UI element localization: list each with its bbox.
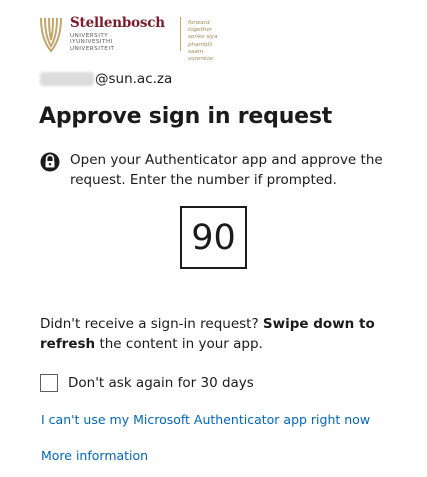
authenticator-lock-icon bbox=[40, 152, 60, 172]
dont-ask-again-checkbox[interactable] bbox=[40, 374, 58, 392]
account-email: @sun.ac.za bbox=[40, 71, 172, 87]
email-domain: @sun.ac.za bbox=[95, 71, 173, 87]
more-information-link[interactable]: More information bbox=[41, 448, 148, 463]
dont-ask-again-label: Don't ask again for 30 days bbox=[68, 375, 254, 391]
match-number: 90 bbox=[180, 206, 247, 269]
cant-use-authenticator-link[interactable]: I can't use my Microsoft Authenticator a… bbox=[41, 412, 370, 427]
instruction-text: Open your Authenticator app and approve … bbox=[70, 152, 383, 188]
redacted-username bbox=[40, 72, 94, 86]
logo-name: Stellenbosch bbox=[70, 15, 165, 31]
university-logo: Stellenbosch UNIVERSITY IYUNIVESITHI UNI… bbox=[38, 14, 218, 62]
help-text: Didn't receive a sign-in request? Swipe … bbox=[40, 316, 375, 352]
page-title: Approve sign in request bbox=[39, 104, 333, 129]
logo-tagline: forward together sonke siya phambili saa… bbox=[188, 20, 218, 63]
dont-ask-again-option[interactable]: Don't ask again for 30 days bbox=[40, 374, 254, 392]
logo-subtitle: UNIVERSITY IYUNIVESITHI UNIVERSITEIT bbox=[70, 33, 115, 52]
logo-divider bbox=[180, 17, 181, 51]
stellenbosch-crest-icon bbox=[40, 17, 62, 53]
